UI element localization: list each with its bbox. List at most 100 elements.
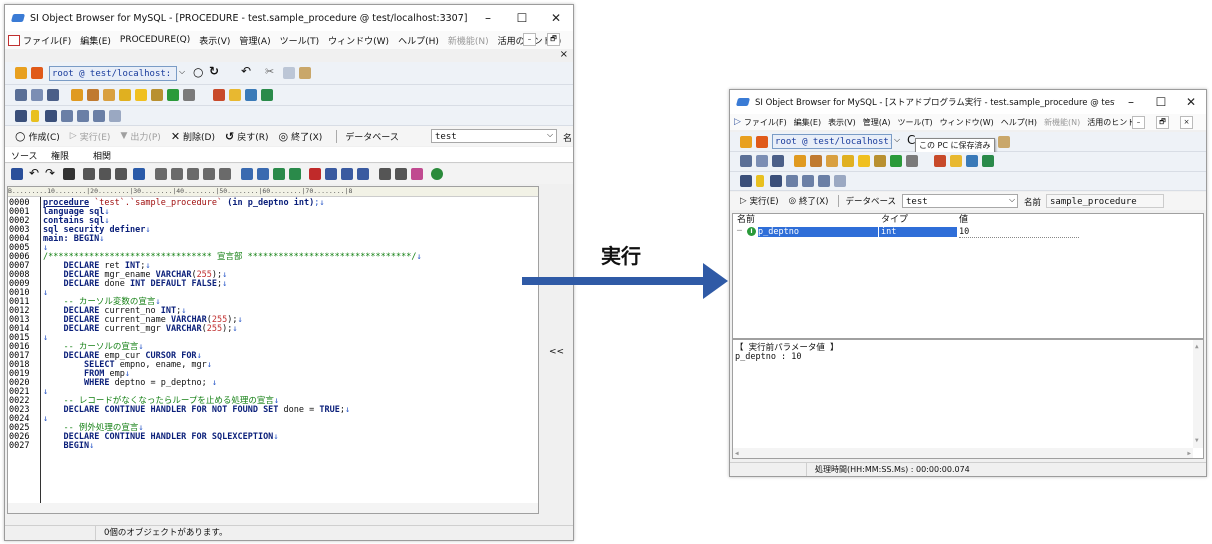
copy-icon[interactable] <box>283 67 295 79</box>
comment-icon[interactable] <box>273 168 285 180</box>
find-next-icon[interactable] <box>83 168 95 180</box>
chevron-down-icon[interactable]: ⌵ <box>179 67 185 77</box>
bulb-icon[interactable] <box>756 175 764 187</box>
menu-window[interactable]: ウィンドウ(W) <box>940 117 994 128</box>
index-icon[interactable] <box>119 89 131 101</box>
menu-file[interactable]: ファイル(F) <box>23 34 71 47</box>
menu-tools[interactable]: ツール(T) <box>280 34 320 47</box>
mdi-minimize-button[interactable]: – <box>1132 116 1145 129</box>
step-icon[interactable] <box>325 168 337 180</box>
horizontal-scrollbar[interactable] <box>8 503 538 513</box>
mdi-close-button[interactable]: × <box>1180 116 1193 129</box>
scroll-right-icon[interactable]: ▶ <box>1187 449 1191 459</box>
minimize-button[interactable]: – <box>471 5 505 31</box>
redo-icon[interactable]: ↷ <box>45 166 55 180</box>
tile-h-icon[interactable] <box>61 110 73 122</box>
collapse-button[interactable]: << <box>549 347 564 357</box>
export-icon[interactable] <box>261 89 273 101</box>
scroll-left-icon[interactable]: ◀ <box>735 449 739 459</box>
help-icon[interactable] <box>109 110 121 122</box>
exit-button[interactable]: ◎ 終了(X) <box>278 130 322 143</box>
connect-icon[interactable] <box>740 136 752 148</box>
column-header-name[interactable]: 名前 <box>737 214 755 226</box>
compare-icon[interactable] <box>966 155 978 167</box>
scroll-up-icon[interactable]: ▲ <box>1195 342 1199 352</box>
trace-icon[interactable] <box>357 168 369 180</box>
horizontal-scrollbar[interactable]: ◀ ▶ <box>733 448 1193 458</box>
function-icon[interactable] <box>874 155 886 167</box>
menu-help[interactable]: ヘルプ(H) <box>398 34 439 47</box>
menu-view[interactable]: 表示(V) <box>199 34 230 47</box>
find-icon[interactable] <box>63 168 75 180</box>
sql-icon[interactable] <box>213 89 225 101</box>
object-find-icon[interactable] <box>31 89 43 101</box>
block-4-icon[interactable] <box>203 168 215 180</box>
cut-icon[interactable]: ✂ <box>265 65 274 78</box>
table-row[interactable]: ─ I p_deptno int 10 <box>733 226 1201 238</box>
export-icon[interactable] <box>982 155 994 167</box>
menu-admin[interactable]: 管理(A) <box>239 34 270 47</box>
tile-h-icon[interactable] <box>786 175 798 187</box>
connection-select[interactable]: root @ test/localhost: <box>772 134 892 149</box>
outdent-icon[interactable] <box>257 168 269 180</box>
source-editor[interactable]: B.........10........|20........|30......… <box>7 186 539 514</box>
schema-icon[interactable] <box>47 89 59 101</box>
cascade-icon[interactable] <box>45 110 57 122</box>
save-icon[interactable] <box>11 168 23 180</box>
arrange-icon[interactable] <box>93 110 105 122</box>
user-icon[interactable] <box>794 155 806 167</box>
window-icon[interactable] <box>15 110 27 122</box>
mdi-restore-button[interactable]: 🗗 <box>547 33 560 46</box>
trigger-icon[interactable] <box>167 89 179 101</box>
cascade-icon[interactable] <box>770 175 782 187</box>
tab-privileges[interactable]: 権限 <box>51 149 69 162</box>
exit-button[interactable]: ◎ 終了(X) <box>789 195 829 207</box>
find-prev-icon[interactable] <box>99 168 111 180</box>
er-icon[interactable] <box>229 89 241 101</box>
paste-icon[interactable] <box>998 136 1010 148</box>
procedure-icon[interactable] <box>858 155 870 167</box>
menu-new-features[interactable]: 新機能(N) <box>448 34 489 47</box>
event-icon[interactable] <box>906 155 918 167</box>
play-icon[interactable]: ▷ <box>734 117 741 127</box>
table-view-icon[interactable] <box>395 168 407 180</box>
menu-edit[interactable]: 編集(E) <box>80 34 111 47</box>
table-icon[interactable] <box>87 89 99 101</box>
menu-edit[interactable]: 編集(E) <box>794 117 821 128</box>
column-header-value[interactable]: 値 <box>959 214 968 226</box>
block-1-icon[interactable] <box>155 168 167 180</box>
indent-icon[interactable] <box>241 168 253 180</box>
chevron-down-icon[interactable]: ⌵ <box>1009 195 1015 205</box>
user-icon[interactable] <box>71 89 83 101</box>
procedure-name-field[interactable]: sample_procedure <box>1046 194 1164 208</box>
database-select[interactable]: test <box>431 129 557 143</box>
vertical-scrollbar[interactable]: ▲ ▼ <box>1193 340 1203 448</box>
tab-dependencies[interactable]: 相関 <box>93 149 111 162</box>
delete-button[interactable]: ✕ 削除(D) <box>171 130 215 143</box>
sql-run-icon[interactable] <box>289 168 301 180</box>
disconnect-icon[interactable] <box>756 136 768 148</box>
execute-button[interactable]: ▷ 実行(E) <box>740 195 779 207</box>
object-list-icon[interactable] <box>15 89 27 101</box>
refresh-circle-icon[interactable]: ○ <box>193 65 203 79</box>
undo-icon[interactable]: ↶ <box>241 64 251 78</box>
column-header-type[interactable]: タイプ <box>881 214 908 226</box>
menu-file[interactable]: ファイル(F) <box>744 117 787 128</box>
scroll-down-icon[interactable]: ▼ <box>1195 436 1199 446</box>
mdi-minimize-button[interactable]: – <box>523 33 536 46</box>
schema-icon[interactable] <box>772 155 784 167</box>
block-2-icon[interactable] <box>171 168 183 180</box>
chevron-down-icon[interactable]: ⌵ <box>894 135 900 145</box>
function-icon[interactable] <box>151 89 163 101</box>
menu-admin[interactable]: 管理(A) <box>863 117 891 128</box>
menu-procedure[interactable]: PROCEDURE(Q) <box>120 35 190 45</box>
compare-icon[interactable] <box>245 89 257 101</box>
object-list-icon[interactable] <box>740 155 752 167</box>
replace-icon[interactable] <box>115 168 127 180</box>
disconnect-icon[interactable] <box>31 67 43 79</box>
view-icon[interactable] <box>826 155 838 167</box>
block-3-icon[interactable] <box>187 168 199 180</box>
help-icon[interactable] <box>834 175 846 187</box>
bulb-icon[interactable] <box>31 110 39 122</box>
object-find-icon[interactable] <box>756 155 768 167</box>
